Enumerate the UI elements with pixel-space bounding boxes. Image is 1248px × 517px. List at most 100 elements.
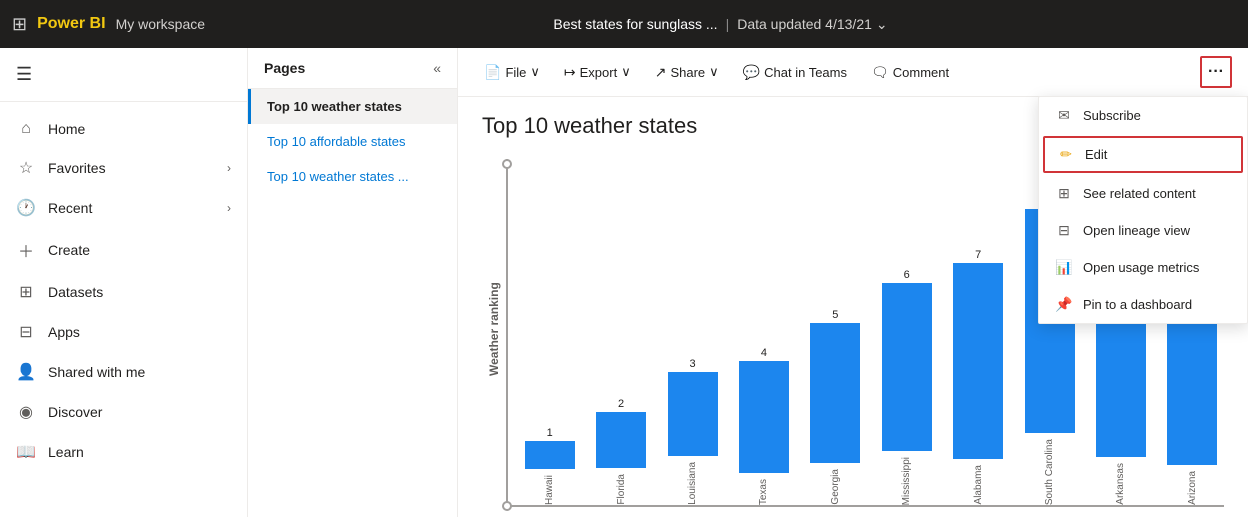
comment-icon: 🗨 [871,64,889,81]
data-updated[interactable]: Data updated 4/13/21 ⌄ [737,16,887,33]
chevron-right-icon: › [227,161,231,175]
sidebar-nav: ⌂ Home ☆ Favorites › 🕐 Recent › ＋ Create… [0,102,247,517]
share-button[interactable]: ↗ Share ∨ [645,59,729,86]
share-icon: ↗ [655,64,667,81]
bar-label: Arizona [1187,471,1198,505]
sidebar-item-apps[interactable]: ⊟ Apps [0,312,247,352]
discover-icon: ◉ [16,402,36,422]
bar[interactable] [953,263,1003,459]
bar-label: Hawaii [544,475,555,505]
export-button[interactable]: ↦ Export ∨ [554,59,641,86]
sidebar-item-shared[interactable]: 👤 Shared with me [0,352,247,392]
bar[interactable] [596,412,646,468]
apps-icon: ⊟ [16,322,36,342]
workspace-label[interactable]: My workspace [116,16,205,32]
sidebar-item-label: Home [48,121,231,137]
dropdown-item-dashboard[interactable]: 📌 Pin to a dashboard [1039,286,1247,323]
sidebar-item-label: Learn [48,444,231,460]
page-item-top10weatherdots[interactable]: Top 10 weather states ... [248,159,457,194]
sidebar-item-label: Create [48,242,231,258]
file-icon: 📄 [484,64,501,81]
chevron-right-icon: › [227,201,231,215]
content-area: Pages « Top 10 weather states Top 10 aff… [248,48,1248,517]
comment-button[interactable]: 🗨 Comment [861,59,959,86]
bar-value: 6 [904,269,910,281]
bar-label: Mississippi [901,457,912,505]
pages-title: Pages [264,60,305,76]
report-area: 📄 File ∨ ↦ Export ∨ ↗ Share ∨ 💬 Chat in … [458,48,1248,517]
learn-icon: 📖 [16,442,36,462]
pages-header: Pages « [248,48,457,89]
dropdown-item-metrics[interactable]: 📊 Open usage metrics [1039,249,1247,286]
export-icon: ↦ [564,64,576,81]
topbar: ⊞ Power BI My workspace Best states for … [0,0,1248,48]
bar[interactable] [882,283,932,451]
dropdown-item-related[interactable]: ⊞ See related content [1039,175,1247,212]
sidebar-item-label: Shared with me [48,364,231,380]
y-axis-label: Weather ranking [482,159,506,499]
report-toolbar: 📄 File ∨ ↦ Export ∨ ↗ Share ∨ 💬 Chat in … [458,48,1248,97]
datasets-icon: ⊞ [16,282,36,302]
bar-value: 3 [689,358,695,370]
sidebar-item-favorites[interactable]: ☆ Favorites › [0,148,247,188]
bar-value: 1 [547,427,553,439]
bar[interactable] [810,323,860,463]
y-axis-marker-top [502,159,512,169]
bar-label: Louisiana [687,462,698,505]
bar[interactable] [525,441,575,469]
sidebar-item-create[interactable]: ＋ Create [0,228,247,272]
chat-in-teams-button[interactable]: 💬 Chat in Teams [733,59,857,86]
edit-icon: ✏ [1057,146,1075,163]
hamburger-button[interactable]: ☰ [8,60,40,89]
dropdown-item-lineage[interactable]: ⊟ Open lineage view [1039,212,1247,249]
bar-group: 5 Georgia [804,309,867,505]
sidebar-item-label: Favorites [48,160,215,176]
chevron-down-icon: ∨ [709,64,719,80]
recent-icon: 🕐 [16,198,36,218]
page-item-top10affordable[interactable]: Top 10 affordable states [248,124,457,159]
bar-label: Arkansas [1115,463,1126,505]
sidebar-item-label: Datasets [48,284,231,300]
page-item-top10weather[interactable]: Top 10 weather states [248,89,457,124]
sidebar-item-label: Recent [48,200,215,216]
bar-group: 2 Florida [589,398,652,505]
bar-value: 2 [618,398,624,410]
y-axis-marker-bottom [502,501,512,511]
bar-group: 3 Louisiana [661,358,724,505]
bar-label: Florida [616,474,627,505]
sidebar-item-datasets[interactable]: ⊞ Datasets [0,272,247,312]
more-options-button[interactable]: ··· [1200,56,1232,88]
bar-group: 6 Mississippi [875,269,938,505]
grid-icon[interactable]: ⊞ [12,14,27,35]
bar-label: South Carolina [1044,439,1055,505]
lineage-icon: ⊟ [1055,222,1073,239]
dropdown-item-subscribe[interactable]: ✉ Subscribe [1039,97,1247,134]
pages-collapse-button[interactable]: « [433,60,441,76]
dropdown-item-edit[interactable]: ✏ Edit [1043,136,1243,173]
metrics-icon: 📊 [1055,259,1073,276]
sidebar-item-discover[interactable]: ◉ Discover [0,392,247,432]
pages-panel: Pages « Top 10 weather states Top 10 aff… [248,48,458,517]
report-title: Top 10 weather states [482,113,697,139]
bar-label: Georgia [830,469,841,505]
bar-value: 4 [761,347,767,359]
file-button[interactable]: 📄 File ∨ [474,59,550,86]
sidebar-item-learn[interactable]: 📖 Learn [0,432,247,472]
sidebar-item-label: Discover [48,404,231,420]
sidebar-item-home[interactable]: ⌂ Home [0,110,247,148]
favorites-icon: ☆ [16,158,36,178]
powerbi-logo: Power BI [37,15,105,33]
sidebar-item-recent[interactable]: 🕐 Recent › [0,188,247,228]
bar-value: 7 [975,249,981,261]
bar-label: Alabama [973,465,984,504]
bar[interactable] [739,361,789,473]
chevron-down-icon: ∨ [621,64,631,80]
separator: | [726,16,730,32]
teams-icon: 💬 [743,64,760,81]
bar[interactable] [668,372,718,456]
shared-icon: 👤 [16,362,36,382]
bar-value: 5 [832,309,838,321]
sidebar-item-label: Apps [48,324,231,340]
bar-group: 4 Texas [732,347,795,505]
bar-label: Texas [758,479,769,505]
